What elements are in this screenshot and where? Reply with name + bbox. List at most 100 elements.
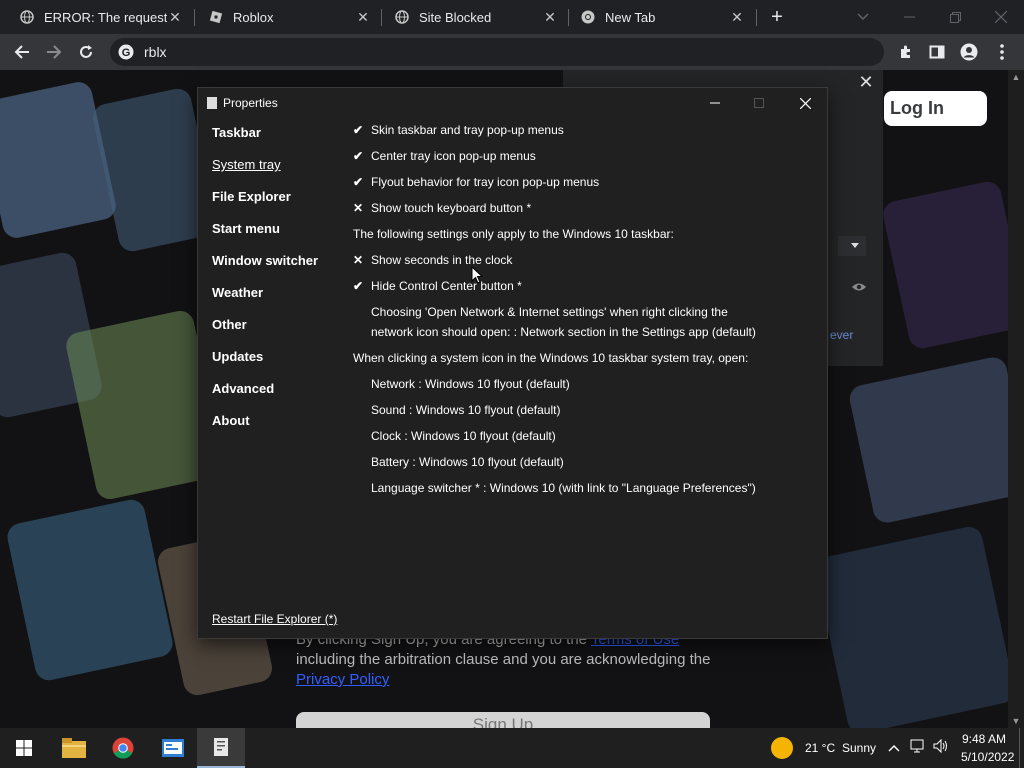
chevron-up-icon[interactable] bbox=[888, 740, 900, 755]
profile-icon[interactable] bbox=[956, 39, 982, 65]
tab-title: Roblox bbox=[233, 9, 274, 25]
menu-kebab-icon[interactable] bbox=[989, 39, 1015, 65]
game-thumbnail bbox=[0, 79, 119, 241]
reload-icon[interactable] bbox=[73, 39, 99, 65]
address-bar[interactable]: G rblx bbox=[110, 38, 884, 66]
check-icon: ✔ bbox=[353, 149, 364, 163]
mouse-cursor-icon bbox=[471, 265, 484, 284]
chrome-icon bbox=[581, 10, 595, 24]
show-desktop-button[interactable] bbox=[1019, 728, 1024, 768]
close-icon[interactable] bbox=[782, 88, 828, 118]
tab-roblox[interactable]: Roblox ✕ bbox=[195, 0, 381, 34]
globe-icon bbox=[20, 10, 34, 24]
close-icon[interactable]: ✕ bbox=[167, 9, 183, 26]
side-panel-icon[interactable] bbox=[924, 39, 950, 65]
minimize-icon[interactable] bbox=[886, 0, 932, 34]
tab-title: New Tab bbox=[605, 9, 656, 25]
legal-text: By clicking Sign Up, you are agreeing to… bbox=[296, 630, 716, 690]
section-label: The following settings only apply to the… bbox=[353, 227, 674, 241]
option-sound-flyout[interactable]: Sound : Windows 10 flyout (default) bbox=[371, 403, 560, 417]
clock-time[interactable]: 9:48 AM bbox=[962, 732, 1006, 746]
nav-weather[interactable]: Weather bbox=[212, 285, 263, 300]
option-skin-menus[interactable]: ✔ Skin taskbar and tray pop-up menus bbox=[353, 123, 564, 137]
roblox-icon bbox=[209, 10, 223, 24]
chrome-taskbar-icon[interactable] bbox=[99, 728, 147, 768]
tab-separator bbox=[756, 9, 757, 26]
weather-description[interactable]: Sunny bbox=[842, 741, 876, 755]
option-network-settings-line1[interactable]: Choosing 'Open Network & Internet settin… bbox=[371, 305, 728, 319]
properties-taskbar-icon[interactable] bbox=[197, 728, 245, 768]
section-label: When clicking a system icon in the Windo… bbox=[353, 351, 749, 365]
never-link[interactable]: ever bbox=[830, 328, 853, 342]
nav-file-explorer[interactable]: File Explorer bbox=[212, 189, 291, 204]
clock-date[interactable]: 5/10/2022 bbox=[961, 750, 1014, 764]
file-explorer-icon[interactable] bbox=[50, 728, 98, 768]
close-icon[interactable]: ✕ bbox=[542, 9, 558, 26]
scroll-down-icon[interactable]: ▼ bbox=[1011, 716, 1021, 726]
new-tab-button[interactable]: + bbox=[766, 6, 788, 28]
window-close-icon[interactable] bbox=[978, 0, 1024, 34]
option-center-tray-menus[interactable]: ✔ Center tray icon pop-up menus bbox=[353, 149, 536, 163]
properties-app-icon bbox=[207, 97, 217, 109]
volume-icon[interactable] bbox=[933, 738, 949, 756]
game-thumbnail bbox=[880, 179, 1024, 351]
back-arrow-icon[interactable] bbox=[9, 39, 35, 65]
option-show-seconds[interactable]: ✕ Show seconds in the clock bbox=[353, 253, 512, 267]
network-icon[interactable] bbox=[910, 739, 924, 756]
properties-titlebar[interactable]: Properties bbox=[198, 88, 827, 118]
tab-site-blocked[interactable]: Site Blocked ✕ bbox=[382, 0, 568, 34]
svg-text:G: G bbox=[122, 47, 131, 59]
start-windows-icon[interactable] bbox=[0, 728, 48, 768]
address-text: rblx bbox=[144, 44, 167, 60]
extensions-icon[interactable] bbox=[893, 39, 919, 65]
nav-start-menu[interactable]: Start menu bbox=[212, 221, 280, 236]
login-button[interactable]: Log In bbox=[884, 91, 987, 126]
scroll-up-icon[interactable]: ▲ bbox=[1011, 72, 1021, 82]
dropdown-toggle[interactable] bbox=[838, 236, 866, 256]
dialog-close-icon[interactable]: ✕ bbox=[856, 72, 876, 92]
option-network-flyout[interactable]: Network : Windows 10 flyout (default) bbox=[371, 377, 570, 391]
minimize-icon[interactable] bbox=[692, 88, 738, 118]
window-controls bbox=[840, 0, 1024, 34]
restore-icon[interactable] bbox=[932, 0, 978, 34]
properties-title: Properties bbox=[223, 96, 278, 110]
option-language-switcher[interactable]: Language switcher * : Windows 10 (with l… bbox=[371, 481, 756, 495]
tab-search-icon[interactable] bbox=[840, 0, 886, 34]
legal-mid: including the arbitration clause and you… bbox=[296, 651, 711, 668]
nav-updates[interactable]: Updates bbox=[212, 349, 263, 364]
close-icon[interactable]: ✕ bbox=[729, 9, 745, 26]
tab-error[interactable]: ERROR: The requested ✕ bbox=[0, 0, 193, 34]
sun-weather-icon[interactable] bbox=[771, 737, 793, 759]
browser-toolbar: G rblx bbox=[0, 34, 1024, 70]
show-password-icon[interactable] bbox=[851, 280, 867, 294]
nav-system-tray[interactable]: System tray bbox=[212, 157, 281, 172]
game-thumbnail bbox=[4, 497, 176, 683]
option-clock-flyout[interactable]: Clock : Windows 10 flyout (default) bbox=[371, 429, 556, 443]
page-scrollbar[interactable]: ▲ ▼ bbox=[1008, 70, 1024, 728]
properties-window: Properties Taskbar System tray File Expl… bbox=[197, 87, 828, 639]
check-icon: ✔ bbox=[353, 123, 364, 137]
privacy-link[interactable]: Privacy Policy bbox=[296, 671, 389, 688]
tab-title: Site Blocked bbox=[419, 9, 492, 25]
option-hide-control-center[interactable]: ✔ Hide Control Center button * bbox=[353, 279, 522, 293]
nav-about[interactable]: About bbox=[212, 413, 250, 428]
restart-explorer-link[interactable]: Restart File Explorer (*) bbox=[212, 612, 337, 626]
game-thumbnail bbox=[813, 524, 1017, 728]
forward-arrow-icon[interactable] bbox=[41, 39, 67, 65]
tab-new-tab[interactable]: New Tab ✕ bbox=[569, 0, 755, 34]
weather-temperature[interactable]: 21 °C bbox=[805, 741, 835, 755]
tab-title: ERROR: The requested bbox=[44, 9, 167, 25]
nav-window-switcher[interactable]: Window switcher bbox=[212, 253, 318, 268]
close-icon[interactable]: ✕ bbox=[355, 9, 371, 26]
option-flyout-behavior[interactable]: ✔ Flyout behavior for tray icon pop-up me… bbox=[353, 175, 599, 189]
option-battery-flyout[interactable]: Battery : Windows 10 flyout (default) bbox=[371, 455, 564, 469]
cross-icon: ✕ bbox=[353, 253, 364, 267]
maximize-icon[interactable] bbox=[736, 88, 782, 118]
nav-other[interactable]: Other bbox=[212, 317, 247, 332]
control-panel-icon[interactable] bbox=[149, 728, 197, 768]
option-network-settings-line2[interactable]: network icon should open: : Network sect… bbox=[371, 325, 756, 339]
option-touch-keyboard[interactable]: ✕ Show touch keyboard button * bbox=[353, 201, 531, 215]
windows-taskbar: 21 °C Sunny 9:48 AM 5/10/2022 bbox=[0, 728, 1024, 768]
nav-advanced[interactable]: Advanced bbox=[212, 381, 274, 396]
nav-taskbar[interactable]: Taskbar bbox=[212, 125, 261, 140]
